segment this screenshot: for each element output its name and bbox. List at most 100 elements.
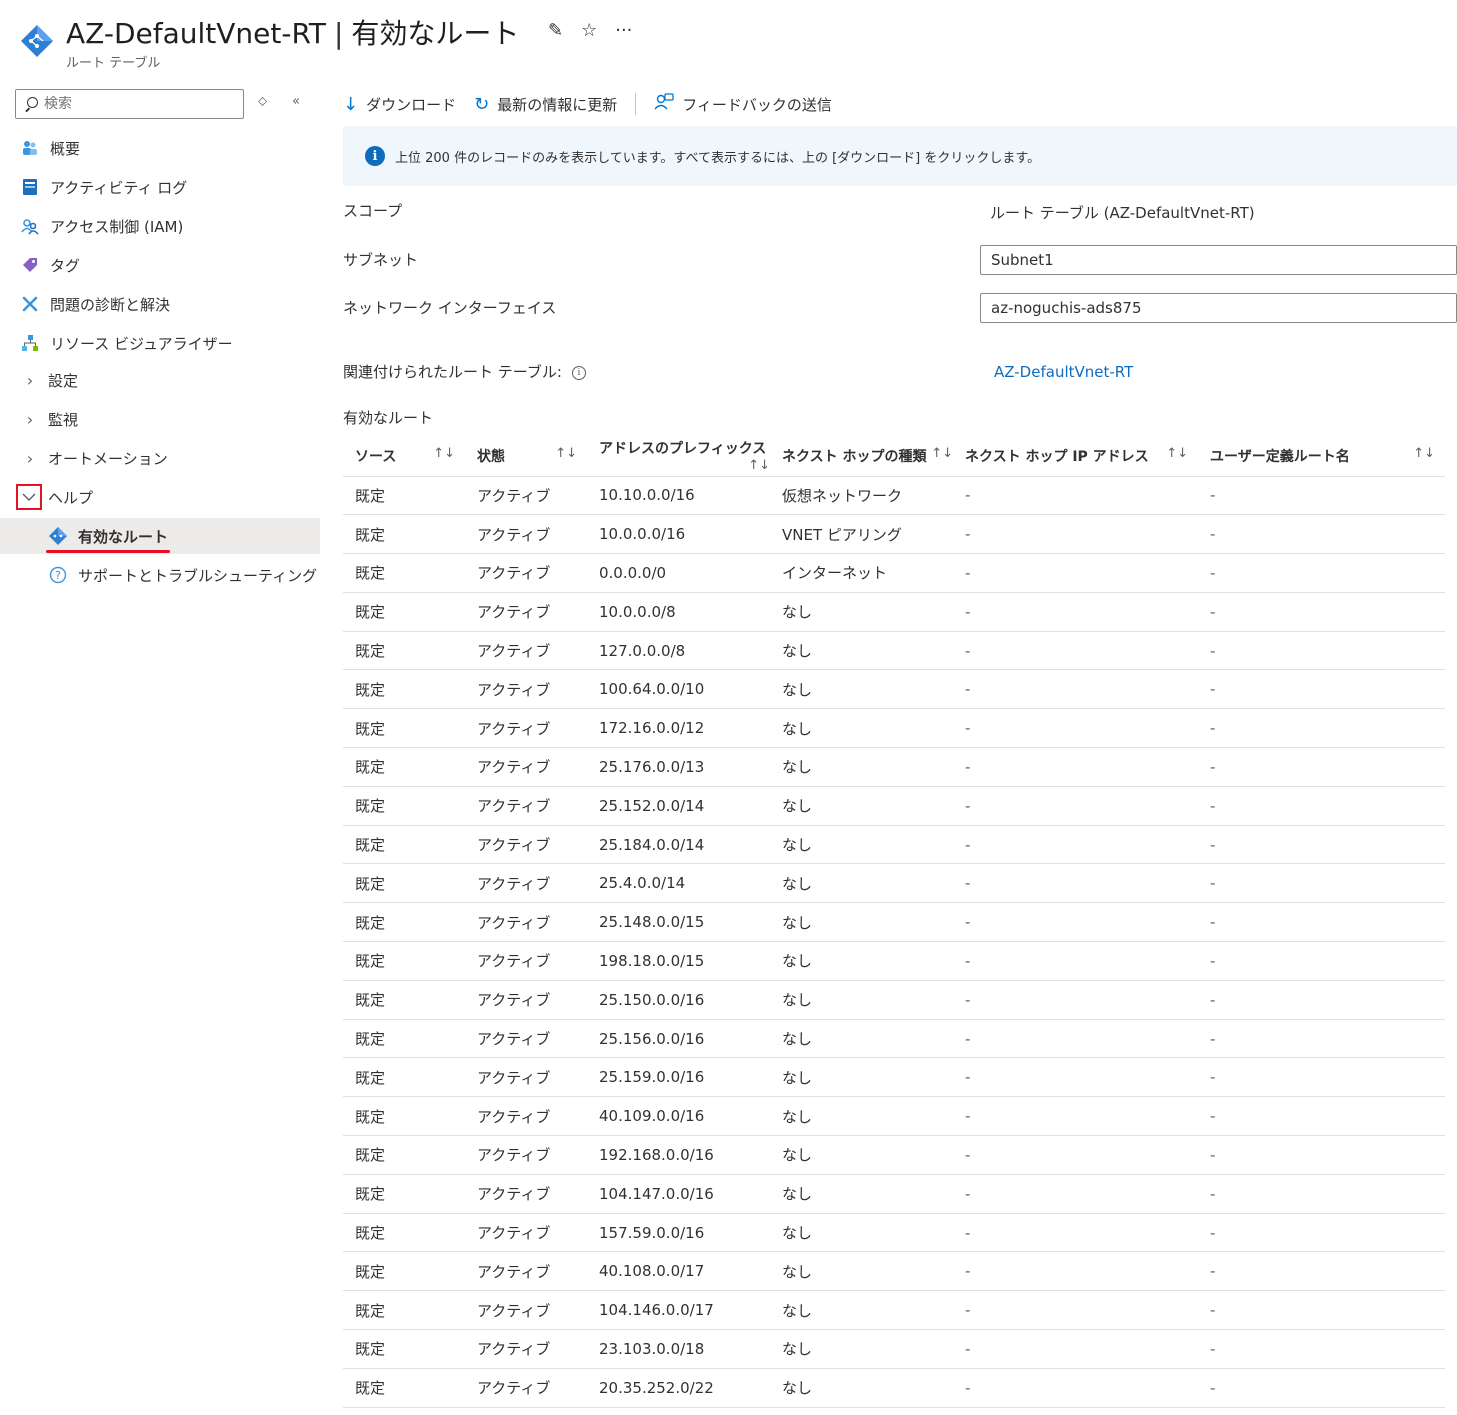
sidebar-item-help[interactable]: ヘルプ: [0, 479, 320, 515]
table-row[interactable]: 既定 アクティブ 157.59.0.0/16 なし - -: [343, 1213, 1445, 1253]
info-icon: i: [365, 146, 385, 166]
sidebar-item-settings[interactable]: › 設定: [0, 362, 320, 398]
table-row[interactable]: 既定 アクティブ 25.152.0.0/14 なし - -: [343, 786, 1445, 826]
cell-address-prefix: 104.147.0.0/16: [587, 1174, 770, 1214]
feedback-button[interactable]: フィードバックの送信: [654, 92, 832, 117]
cell-address-prefix: 10.0.0.0/16: [587, 514, 770, 555]
sidebar-item-label: 設定: [48, 371, 79, 390]
sidebar-search[interactable]: [15, 89, 244, 119]
sidebar-item-diagnose[interactable]: 問題の診断と解決: [0, 286, 320, 322]
table-row[interactable]: 既定 アクティブ 40.108.0.0/17 なし - -: [343, 1251, 1445, 1292]
download-button[interactable]: ↓ ダウンロード: [343, 94, 456, 115]
table-row[interactable]: 既定 アクティブ 25.156.0.0/16 なし - -: [343, 1019, 1445, 1059]
nic-label: ネットワーク インターフェイス: [343, 299, 557, 317]
cell-next-hop-type: なし: [770, 592, 953, 632]
column-header-address-prefix[interactable]: アドレスのプレフィックス ↑↓: [587, 436, 770, 477]
cell-state: アクティブ: [465, 1057, 587, 1098]
cell-state: アクティブ: [465, 1251, 587, 1292]
column-header-udr-name[interactable]: ユーザー定義ルート名 ↑↓: [1198, 436, 1445, 477]
table-row[interactable]: 既定 アクティブ 104.146.0.0/17 なし - -: [343, 1290, 1445, 1331]
cell-next-hop-ip: -: [953, 980, 1198, 1020]
table-row[interactable]: 既定 アクティブ 198.18.0.0/15 なし - -: [343, 941, 1445, 981]
sort-icon[interactable]: ↑↓: [1413, 446, 1435, 461]
sidebar-item-iam[interactable]: アクセス制御 (IAM): [0, 208, 320, 244]
table-row[interactable]: 既定 アクティブ 25.4.0.0/14 なし - -: [343, 863, 1445, 904]
sidebar-item-resource-visualizer[interactable]: リソース ビジュアライザー: [0, 325, 320, 361]
column-header-source[interactable]: ソース ↑↓: [343, 436, 465, 477]
sort-icon[interactable]: ↑↓: [931, 446, 953, 461]
cell-state: アクティブ: [465, 669, 587, 710]
table-row[interactable]: 既定 アクティブ 40.109.0.0/16 なし - -: [343, 1096, 1445, 1137]
sort-icon[interactable]: ↑↓: [433, 446, 455, 461]
table-row[interactable]: 既定 アクティブ 100.64.0.0/10 なし - -: [343, 669, 1445, 710]
svg-text:?: ?: [55, 569, 61, 582]
table-row[interactable]: 既定 アクティブ 192.168.0.0/16 なし - -: [343, 1135, 1445, 1175]
nic-value: az-noguchis-ads875: [991, 299, 1142, 317]
page-title: AZ-DefaultVnet-RT | 有効なルート: [66, 12, 519, 52]
cell-next-hop-type: なし: [770, 1329, 953, 1369]
table-row[interactable]: 既定 アクティブ 0.0.0.0/0 インターネット - -: [343, 553, 1445, 593]
pin-icon[interactable]: ✎: [548, 20, 563, 41]
favorite-star-icon[interactable]: ☆: [581, 20, 597, 41]
info-circle-icon[interactable]: i: [571, 365, 586, 380]
column-header-next-hop-ip[interactable]: ネクスト ホップ IP アドレス ↑↓: [953, 436, 1198, 477]
sidebar-item-label: 概要: [50, 139, 81, 158]
table-row[interactable]: 既定 アクティブ 10.10.0.0/16 仮想ネットワーク - -: [343, 476, 1445, 516]
table-row[interactable]: 既定 アクティブ 10.0.0.0/16 VNET ピアリング - -: [343, 514, 1445, 555]
table-row[interactable]: 既定 アクティブ 104.147.0.0/16 なし - -: [343, 1174, 1445, 1214]
download-icon: ↓: [343, 93, 359, 115]
chevron-down-icon[interactable]: [16, 484, 42, 510]
sidebar-item-monitoring[interactable]: › 監視: [0, 401, 320, 437]
table-row[interactable]: 既定 アクティブ 127.0.0.0/8 なし - -: [343, 631, 1445, 671]
table-row[interactable]: 既定 アクティブ 25.148.0.0/15 なし - -: [343, 902, 1445, 943]
cell-next-hop-ip: -: [953, 708, 1198, 749]
sidebar-item-automation[interactable]: › オートメーション: [0, 440, 320, 476]
cell-next-hop-ip: -: [953, 747, 1198, 787]
sort-icon[interactable]: ↑↓: [1166, 446, 1188, 461]
subnet-dropdown[interactable]: Subnet1: [980, 245, 1457, 275]
table-row[interactable]: 既定 アクティブ 25.176.0.0/13 なし - -: [343, 747, 1445, 787]
sort-icon[interactable]: ↑↓: [555, 446, 577, 461]
cell-udr-name: -: [1198, 669, 1445, 710]
nic-dropdown[interactable]: az-noguchis-ads875: [980, 293, 1457, 323]
resource-type: ルート テーブル: [66, 56, 161, 71]
table-row[interactable]: 既定 アクティブ 25.159.0.0/16 なし - -: [343, 1057, 1445, 1098]
sidebar-item-activity-log[interactable]: アクティビティ ログ: [0, 169, 320, 205]
sidebar-item-overview[interactable]: 概要: [0, 130, 320, 166]
routes-table-body: 既定 アクティブ 10.10.0.0/16 仮想ネットワーク - - 既定 アクティブ 10.0…: [343, 476, 1445, 1408]
sort-icon[interactable]: ↑↓: [748, 458, 770, 473]
cell-source: 既定: [343, 980, 465, 1020]
column-header-state[interactable]: 状態 ↑↓: [465, 436, 587, 477]
cell-next-hop-type: なし: [770, 863, 953, 904]
associated-route-table-link[interactable]: AZ-DefaultVnet-RT: [994, 363, 1133, 381]
column-header-next-hop-type[interactable]: ネクスト ホップの種類 ↑↓: [770, 436, 953, 477]
collapse-sidebar-icon[interactable]: «: [292, 94, 300, 109]
cell-state: アクティブ: [465, 592, 587, 632]
sidebar-item-effective-routes[interactable]: 有効なルート: [0, 518, 320, 554]
cell-next-hop-type: なし: [770, 1368, 953, 1408]
table-row[interactable]: 既定 アクティブ 25.150.0.0/16 なし - -: [343, 980, 1445, 1020]
table-row[interactable]: 既定 アクティブ 25.184.0.0/14 なし - -: [343, 825, 1445, 865]
more-icon[interactable]: ···: [615, 20, 632, 41]
cell-source: 既定: [343, 863, 465, 904]
cell-next-hop-type: なし: [770, 1057, 953, 1098]
cell-next-hop-ip: -: [953, 1174, 1198, 1214]
cell-next-hop-ip: -: [953, 1213, 1198, 1253]
sidebar-item-tags[interactable]: タグ: [0, 247, 320, 283]
table-row[interactable]: 既定 アクティブ 172.16.0.0/12 なし - -: [343, 708, 1445, 749]
cell-address-prefix: 25.159.0.0/16: [587, 1057, 770, 1098]
feedback-icon: [654, 92, 674, 117]
download-label: ダウンロード: [366, 95, 457, 114]
search-input[interactable]: [44, 96, 224, 112]
table-row[interactable]: 既定 アクティブ 23.103.0.0/18 なし - -: [343, 1329, 1445, 1369]
table-row[interactable]: 既定 アクティブ 20.35.252.0/22 なし - -: [343, 1368, 1445, 1408]
cell-next-hop-ip: -: [953, 553, 1198, 593]
cell-next-hop-type: なし: [770, 1019, 953, 1059]
refresh-button[interactable]: ↻ 最新の情報に更新: [474, 94, 617, 115]
cell-state: アクティブ: [465, 1096, 587, 1137]
activity-log-icon: [20, 177, 40, 197]
toolbar-divider: [635, 93, 637, 115]
table-row[interactable]: 既定 アクティブ 10.0.0.0/8 なし - -: [343, 592, 1445, 632]
expand-collapse-icon[interactable]: ⬦: [258, 94, 267, 109]
sidebar-item-support[interactable]: ? サポートとトラブルシューティング: [0, 557, 320, 593]
